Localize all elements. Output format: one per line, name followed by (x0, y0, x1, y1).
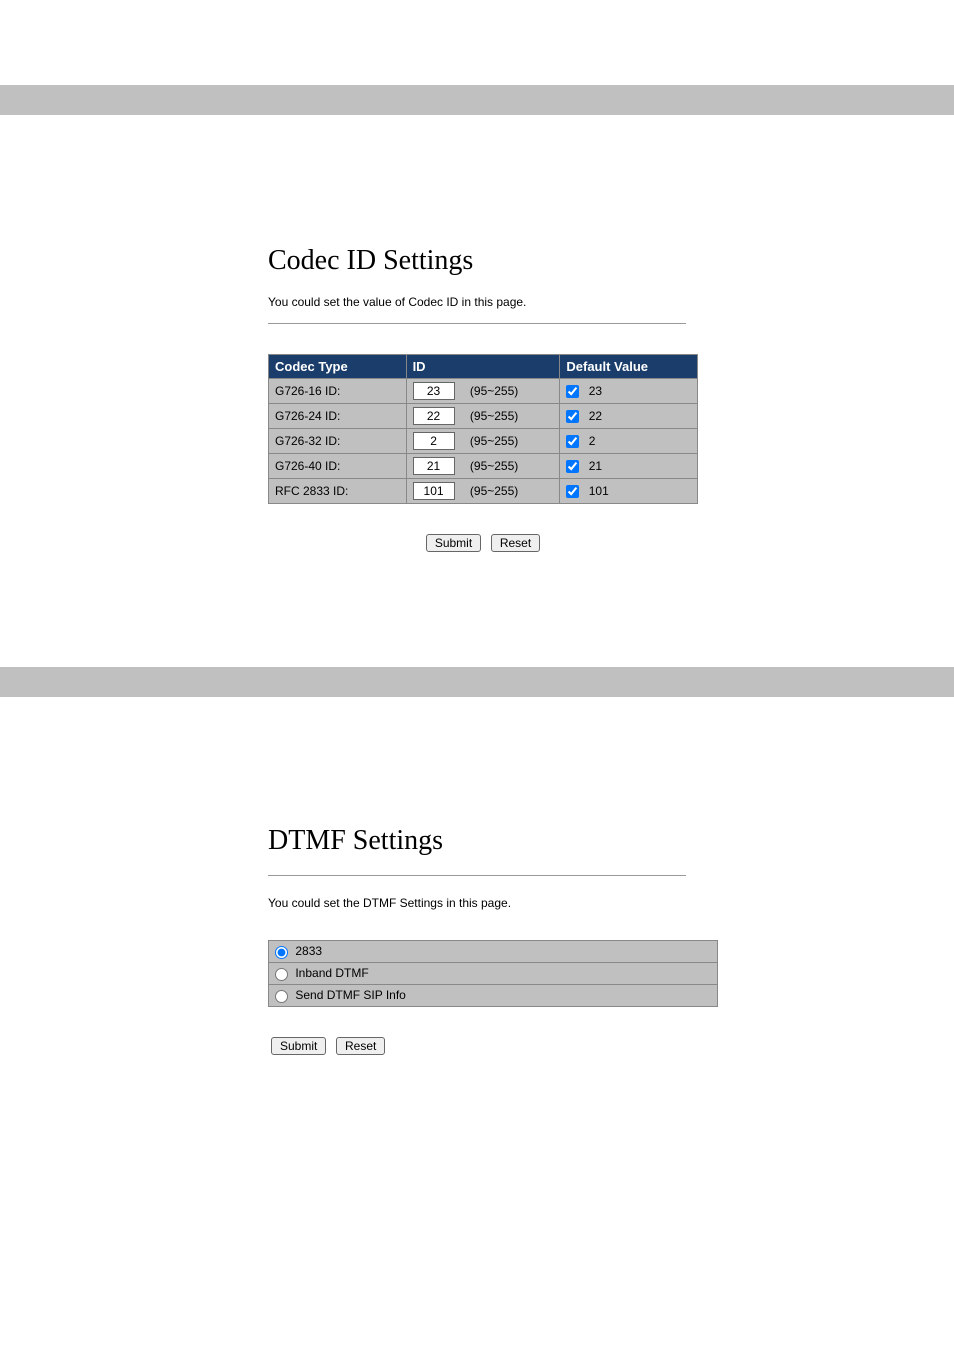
dtmf-divider (268, 875, 686, 876)
gray-divider-bar (0, 667, 954, 697)
codec-default-checkbox[interactable] (566, 485, 579, 498)
table-row: Send DTMF SIP Info (269, 985, 718, 1007)
codec-id-input[interactable] (413, 382, 455, 400)
table-row: G726-32 ID: (95~255) 2 (269, 429, 698, 454)
dtmf-settings-section: DTMF Settings You could set the DTMF Set… (0, 825, 954, 1055)
codec-type-label: G726-40 ID: (269, 454, 407, 479)
codec-default-value: 23 (589, 384, 602, 398)
submit-button[interactable]: Submit (271, 1037, 326, 1055)
reset-button[interactable]: Reset (336, 1037, 385, 1055)
dtmf-option-label: 2833 (295, 944, 322, 958)
codec-type-label: G726-16 ID: (269, 379, 407, 404)
dtmf-radio-inband[interactable] (275, 968, 288, 981)
table-row: Inband DTMF (269, 963, 718, 985)
submit-button[interactable]: Submit (426, 534, 481, 552)
codec-range-text: (95~255) (470, 384, 518, 398)
dtmf-description: You could set the DTMF Settings in this … (268, 896, 686, 910)
codec-header-id: ID (406, 355, 560, 379)
codec-id-input[interactable] (413, 482, 455, 500)
dtmf-title: DTMF Settings (268, 825, 686, 857)
codec-default-checkbox[interactable] (566, 435, 579, 448)
table-row: G726-16 ID: (95~255) 23 (269, 379, 698, 404)
codec-divider (268, 323, 686, 324)
dtmf-radio-2833[interactable] (275, 946, 288, 959)
dtmf-table: 2833 Inband DTMF Send DTMF SIP Info (268, 940, 718, 1007)
table-row: G726-40 ID: (95~255) 21 (269, 454, 698, 479)
dtmf-radio-sipinfo[interactable] (275, 990, 288, 1003)
reset-button[interactable]: Reset (491, 534, 540, 552)
codec-id-input[interactable] (413, 407, 455, 425)
codec-id-settings-section: Codec ID Settings You could set the valu… (0, 245, 954, 552)
codec-default-value: 22 (589, 409, 602, 423)
codec-default-checkbox[interactable] (566, 410, 579, 423)
codec-button-row: Submit Reset (268, 534, 698, 552)
codec-range-text: (95~255) (470, 484, 518, 498)
dtmf-option-label: Send DTMF SIP Info (295, 988, 406, 1002)
codec-header-type: Codec Type (269, 355, 407, 379)
codec-range-text: (95~255) (470, 409, 518, 423)
codec-header-default: Default Value (560, 355, 698, 379)
codec-id-input[interactable] (413, 432, 455, 450)
dtmf-button-row: Submit Reset (268, 1037, 686, 1055)
codec-table: Codec Type ID Default Value G726-16 ID: … (268, 354, 698, 504)
codec-default-checkbox[interactable] (566, 460, 579, 473)
table-row: 2833 (269, 941, 718, 963)
codec-title: Codec ID Settings (268, 245, 686, 277)
table-row: G726-24 ID: (95~255) 22 (269, 404, 698, 429)
codec-range-text: (95~255) (470, 459, 518, 473)
codec-id-input[interactable] (413, 457, 455, 475)
codec-default-checkbox[interactable] (566, 385, 579, 398)
codec-default-value: 21 (589, 459, 602, 473)
table-row: RFC 2833 ID: (95~255) 101 (269, 479, 698, 504)
codec-type-label: G726-32 ID: (269, 429, 407, 454)
codec-default-value: 101 (589, 484, 609, 498)
codec-type-label: G726-24 ID: (269, 404, 407, 429)
dtmf-option-label: Inband DTMF (295, 966, 368, 980)
gray-divider-bar (0, 85, 954, 115)
codec-range-text: (95~255) (470, 434, 518, 448)
codec-type-label: RFC 2833 ID: (269, 479, 407, 504)
codec-description: You could set the value of Codec ID in t… (268, 295, 686, 309)
codec-default-value: 2 (589, 434, 596, 448)
